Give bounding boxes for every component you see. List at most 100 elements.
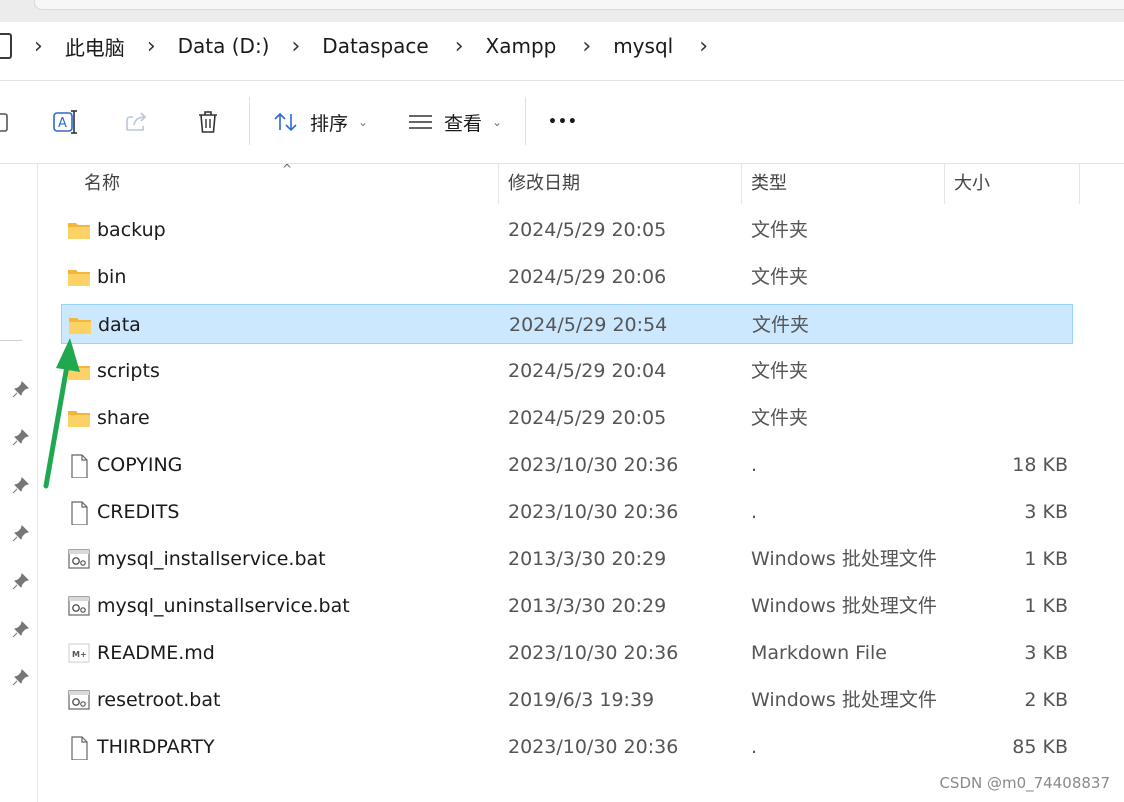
file-name: THIRDPARTY (97, 736, 215, 758)
file-name: resetroot.bat (97, 689, 221, 711)
file-size (948, 257, 1068, 297)
file-size: 3 KB (1024, 642, 1068, 664)
nav-divider (0, 340, 22, 341)
file-row[interactable]: scripts 2024/5/29 20:04 文件夹 (61, 351, 1073, 391)
chevron-down-icon: ⌄ (358, 115, 369, 129)
file-size (948, 210, 1068, 250)
file-row[interactable]: COPYING 2023/10/30 20:36. 18 KB (61, 445, 1073, 485)
file-row[interactable]: data 2024/5/29 20:54 文件夹 (61, 304, 1073, 344)
toolbar-divider (525, 97, 526, 145)
view-button[interactable]: 查看 ⌄ (408, 105, 502, 139)
breadcrumb-this-pc[interactable]: 此电脑 (65, 32, 125, 61)
file-row[interactable]: backup 2024/5/29 20:05 文件夹 (61, 210, 1073, 250)
column-header-date[interactable]: 修改日期 (508, 164, 580, 204)
column-header-size[interactable]: 大小 (954, 164, 990, 204)
breadcrumb-xampp[interactable]: Xampp (486, 34, 557, 58)
address-bar[interactable]: › 此电脑 › Data (D:) › Dataspace › Xampp › … (0, 22, 1124, 81)
file-type: 文件夹 (751, 360, 809, 382)
sort-ascending-icon: ^ (282, 162, 293, 176)
file-name: bin (97, 266, 127, 288)
file-size: 2 KB (1024, 689, 1068, 711)
chevron-right-icon[interactable]: › (455, 34, 464, 59)
file-name: CREDITS (97, 501, 180, 523)
delete-icon[interactable] (191, 105, 225, 139)
pin-icon[interactable] (12, 428, 30, 446)
column-divider[interactable] (1079, 164, 1080, 204)
sort-button[interactable]: 排序 ⌄ (272, 105, 368, 139)
file-type: 文件夹 (751, 266, 809, 288)
pin-icon[interactable] (12, 524, 30, 542)
chevron-right-icon[interactable]: › (582, 34, 591, 59)
breadcrumb-dataspace[interactable]: Dataspace (322, 34, 428, 58)
file-type: Windows 批处理文件 (751, 548, 937, 570)
chevron-right-icon[interactable]: › (291, 34, 300, 59)
view-icon (409, 115, 432, 129)
pin-icon[interactable] (12, 476, 30, 494)
batch-file-icon (68, 690, 90, 710)
batch-file-icon (68, 596, 90, 616)
column-divider[interactable] (944, 164, 945, 204)
pin-icon[interactable] (12, 620, 30, 638)
file-row[interactable]: M+ README.md 2023/10/30 20:36 Markdown File… (61, 633, 1073, 673)
watermark: CSDN @m0_74408837 (939, 774, 1110, 792)
markdown-file-icon: M+ (68, 643, 90, 663)
chevron-right-icon[interactable]: › (699, 34, 708, 59)
file-name: README.md (97, 642, 215, 664)
breadcrumb-drive-d[interactable]: Data (D:) (178, 34, 270, 58)
file-icon (71, 501, 88, 525)
window-top-strip (0, 0, 1124, 22)
file-size: 1 KB (1024, 595, 1068, 617)
column-divider[interactable] (498, 164, 499, 204)
file-size (948, 398, 1068, 438)
column-header-name[interactable]: 名称 (84, 164, 120, 204)
file-row[interactable]: mysql_uninstallservice.bat 2013/3/30 20:2… (61, 586, 1073, 626)
file-name: scripts (97, 360, 160, 382)
file-type: 文件夹 (751, 407, 809, 429)
file-modified-date: 2024/5/29 20:06 (508, 266, 667, 288)
breadcrumb-mysql[interactable]: mysql (613, 34, 673, 58)
file-modified-date: 2019/6/3 19:39 (508, 689, 655, 711)
file-modified-date: 2023/10/30 20:36 (508, 454, 679, 476)
file-type: Markdown File (751, 642, 887, 664)
pin-icon[interactable] (12, 380, 30, 398)
folder-icon (68, 364, 90, 380)
file-modified-date: 2024/5/29 20:05 (508, 407, 667, 429)
more-options-button[interactable]: ••• (548, 105, 578, 139)
chevron-right-icon[interactable]: › (147, 34, 156, 59)
command-bar: A 排序 ⌄ 查看 ⌄ ••• (0, 81, 1124, 164)
file-row[interactable]: resetroot.bat 2019/6/3 19:39 Windows 批处理文件… (61, 680, 1073, 720)
paste-icon[interactable] (0, 105, 18, 139)
folder-icon (68, 411, 90, 427)
share-icon[interactable] (120, 105, 154, 139)
file-modified-date: 2023/10/30 20:36 (508, 501, 679, 523)
rename-icon[interactable]: A (48, 105, 82, 139)
column-divider[interactable] (741, 164, 742, 204)
file-type: . (751, 736, 758, 758)
navigation-pane (0, 164, 38, 802)
file-modified-date: 2013/3/30 20:29 (508, 548, 667, 570)
sort-icon (274, 112, 297, 132)
column-header-type[interactable]: 类型 (751, 164, 787, 204)
file-row[interactable]: mysql_installservice.bat 2013/3/30 20:29 W… (61, 539, 1073, 579)
file-type: 文件夹 (751, 219, 809, 241)
file-size: 18 KB (1012, 454, 1068, 476)
file-row[interactable]: CREDITS 2023/10/30 20:36. 3 KB (61, 492, 1073, 532)
file-modified-date: 2024/5/29 20:05 (508, 219, 667, 241)
chevron-down-icon: ⌄ (492, 115, 503, 129)
file-size (949, 305, 1069, 345)
sort-label: 排序 (310, 112, 349, 135)
folder-icon (69, 318, 91, 334)
pin-icon[interactable] (12, 572, 30, 590)
toolbar-divider (249, 97, 250, 145)
file-modified-date: 2023/10/30 20:36 (508, 642, 679, 664)
file-modified-date: 2023/10/30 20:36 (508, 736, 679, 758)
pin-icon[interactable] (12, 668, 30, 686)
file-name: mysql_installservice.bat (97, 548, 326, 570)
file-row[interactable]: bin 2024/5/29 20:06 文件夹 (61, 257, 1073, 297)
folder-icon (68, 270, 90, 286)
batch-file-icon (68, 549, 90, 569)
file-row[interactable]: THIRDPARTY 2023/10/30 20:36. 85 KB (61, 727, 1073, 767)
svg-text:A: A (58, 116, 67, 131)
folder-icon (68, 223, 90, 239)
file-row[interactable]: share 2024/5/29 20:05 文件夹 (61, 398, 1073, 438)
